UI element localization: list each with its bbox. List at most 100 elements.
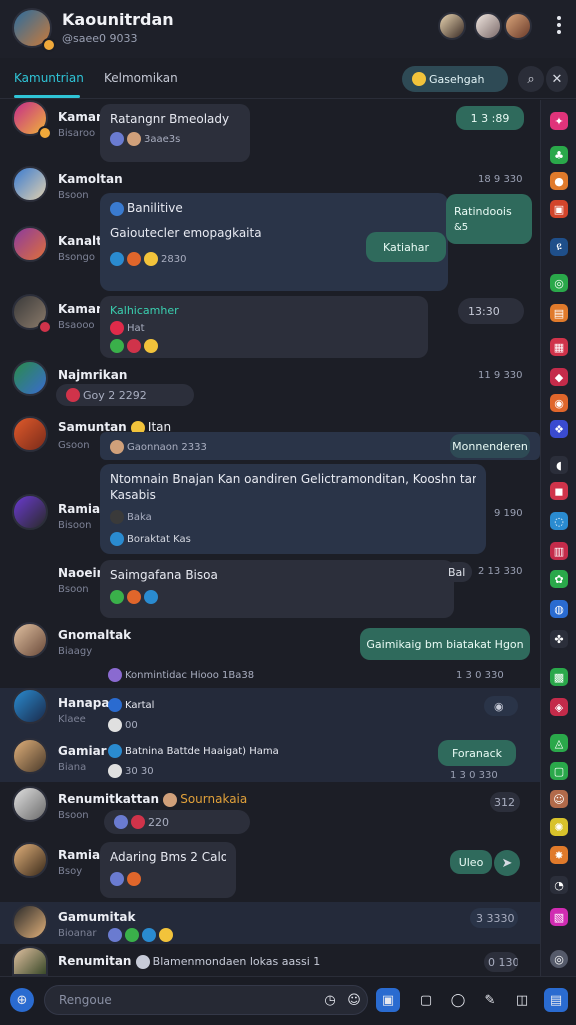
rail-icon-10[interactable]: ◉ (550, 394, 568, 412)
rail-icon-16[interactable]: ✿ (550, 570, 568, 588)
sender-name: Hanapa (58, 696, 110, 710)
sender-handle: Gsoon (58, 440, 90, 451)
reaction-row (110, 339, 418, 353)
read-label[interactable]: 1 3 :89 (456, 106, 524, 130)
emoji-icon[interactable]: ☺ (342, 988, 366, 1012)
reaction-count: 3aae3s (144, 134, 181, 145)
avatar[interactable] (12, 360, 48, 396)
message-text: Ratangnr Bmeolady (110, 112, 230, 126)
avatar[interactable] (12, 946, 48, 976)
status-dot (38, 320, 52, 334)
rail-icon-17[interactable]: ◍ (550, 600, 568, 618)
rail-icon-7[interactable]: ▤ (550, 304, 568, 322)
rail-icon-6[interactable]: ◎ (550, 274, 568, 292)
sender-name: Naoein (58, 566, 106, 580)
count-pill[interactable]: ◉ (484, 696, 518, 716)
time-pill[interactable]: 312 (490, 792, 520, 812)
member-avatar[interactable] (504, 12, 532, 40)
rail-icon-9[interactable]: ◆ (550, 368, 568, 386)
rail-icon-18[interactable]: ✤ (550, 630, 568, 648)
rail-icon-1[interactable]: ✦ (550, 112, 568, 130)
avatar[interactable] (12, 494, 48, 530)
time-pill[interactable]: 13:30 (458, 298, 524, 324)
rail-icon-20[interactable]: ◈ (550, 698, 568, 716)
action-pill[interactable]: Gasehgah (402, 66, 508, 92)
rail-icon-14[interactable]: ◌ (550, 512, 568, 530)
message-bubble[interactable]: Ntomnain Bnajan Kan oandiren Gelictramon… (100, 464, 486, 554)
time-pill-text: 3 3330 (476, 911, 515, 925)
attach-icon[interactable]: ⊕ (10, 988, 34, 1012)
rail-icon-5[interactable]: ዩ (550, 238, 568, 256)
sender-name: Kamoltan (58, 172, 123, 186)
avatar[interactable] (12, 842, 48, 878)
avatar[interactable] (12, 226, 48, 262)
message-bubble[interactable]: Ratangnr Bmeolady 3aae3s (100, 104, 250, 162)
avatar[interactable] (12, 166, 48, 202)
rail-icon-24[interactable]: ✺ (550, 818, 568, 836)
kebab-icon[interactable] (556, 14, 562, 36)
message-bubble[interactable]: Adaring Bms 2 Calo? (100, 842, 236, 898)
rail-icon-3[interactable]: ● (550, 172, 568, 190)
rail-icon-13[interactable]: ◼ (550, 482, 568, 500)
rail-icon-2[interactable]: ♣ (550, 146, 568, 164)
rail-icon-22[interactable]: ▢ (550, 762, 568, 780)
time-pill[interactable]: 0 130 (484, 952, 518, 972)
rail-icon-4[interactable]: ▣ (550, 200, 568, 218)
rail-icon-19[interactable]: ▩ (550, 668, 568, 686)
meta-pill[interactable]: Goy 2 2292 (56, 384, 194, 406)
avatar[interactable] (12, 786, 48, 822)
sender-name-text: Renumitkattan (58, 792, 160, 806)
sender-handle: Bisaroo (58, 128, 96, 139)
reply-pill[interactable]: Uleo (450, 850, 492, 874)
member-avatar[interactable] (438, 12, 466, 40)
avatar[interactable] (12, 622, 48, 658)
timestamp: 1 3 0 330 (456, 670, 504, 681)
time-pill[interactable]: 3 3330 (470, 908, 518, 928)
emoji-icon (412, 72, 426, 86)
message-bubble[interactable]: Kalhicamher Hat (100, 296, 428, 358)
tab-kelmomikan[interactable]: Kelmomikan (104, 71, 178, 85)
reply-pill[interactable]: Katiahar (366, 232, 446, 262)
rail-icon-12[interactable]: ◖ (550, 456, 568, 474)
image-icon[interactable]: ▢ (414, 988, 438, 1012)
tag-pill[interactable]: Foranack (438, 740, 516, 766)
message-text-2: Kasabis (110, 488, 156, 502)
message-bubble[interactable]: Saimgafana Bisoa (100, 560, 454, 618)
send-icon[interactable]: ➤ (494, 850, 520, 876)
avatar[interactable] (12, 688, 48, 724)
rail-icon-23[interactable]: ☺ (550, 790, 568, 808)
rail-icon-21[interactable]: ◬ (550, 734, 568, 752)
tag-pill[interactable]: Monnenderen (450, 434, 530, 458)
time-pill-text: 0 130 (488, 955, 518, 969)
avatar[interactable] (12, 416, 48, 452)
meta-row: Konmintidac Hiooo 1Ba38 (108, 668, 254, 682)
sender-name: Gamiar (58, 744, 107, 758)
avatar[interactable] (12, 904, 48, 940)
tab-kamuntrian[interactable]: Kamuntrian (14, 71, 84, 85)
sticker-icon[interactable]: ◫ (510, 988, 534, 1012)
rail-icon-8[interactable]: ▦ (550, 338, 568, 356)
forward-card[interactable]: Ratindoois &5 (446, 194, 532, 244)
reply-pill[interactable]: Gaimikaig bm biatakat Hgon (360, 628, 530, 660)
sender-handle: Bioanar (58, 928, 97, 939)
mic-icon[interactable]: ▤ (544, 988, 568, 1012)
avatar[interactable] (12, 738, 48, 774)
search-icon[interactable]: ⌕ (518, 66, 544, 92)
rail-icon-26[interactable]: ◔ (550, 876, 568, 894)
camera-icon[interactable]: ▣ (376, 988, 400, 1012)
message-line: Kartal (108, 698, 154, 712)
reaction-row: Baka (110, 510, 476, 524)
reaction-pill[interactable]: 220 (104, 810, 250, 834)
timestamp: 11 9 330 (478, 370, 523, 381)
close-icon[interactable]: ✕ (546, 66, 568, 92)
pen-icon[interactable]: ✎ (478, 988, 502, 1012)
clock-icon[interactable]: ◷ (318, 988, 342, 1012)
rail-icon-25[interactable]: ✸ (550, 846, 568, 864)
chat-icon[interactable]: ◯ (446, 988, 470, 1012)
rail-icon-28[interactable]: ◎ (550, 950, 568, 968)
member-avatar[interactable] (474, 12, 502, 40)
rail-icon-11[interactable]: ❖ (550, 420, 568, 438)
rail-icon-27[interactable]: ▧ (550, 908, 568, 926)
rail-icon-15[interactable]: ▥ (550, 542, 568, 560)
reaction-row: 30 30 (108, 764, 154, 778)
